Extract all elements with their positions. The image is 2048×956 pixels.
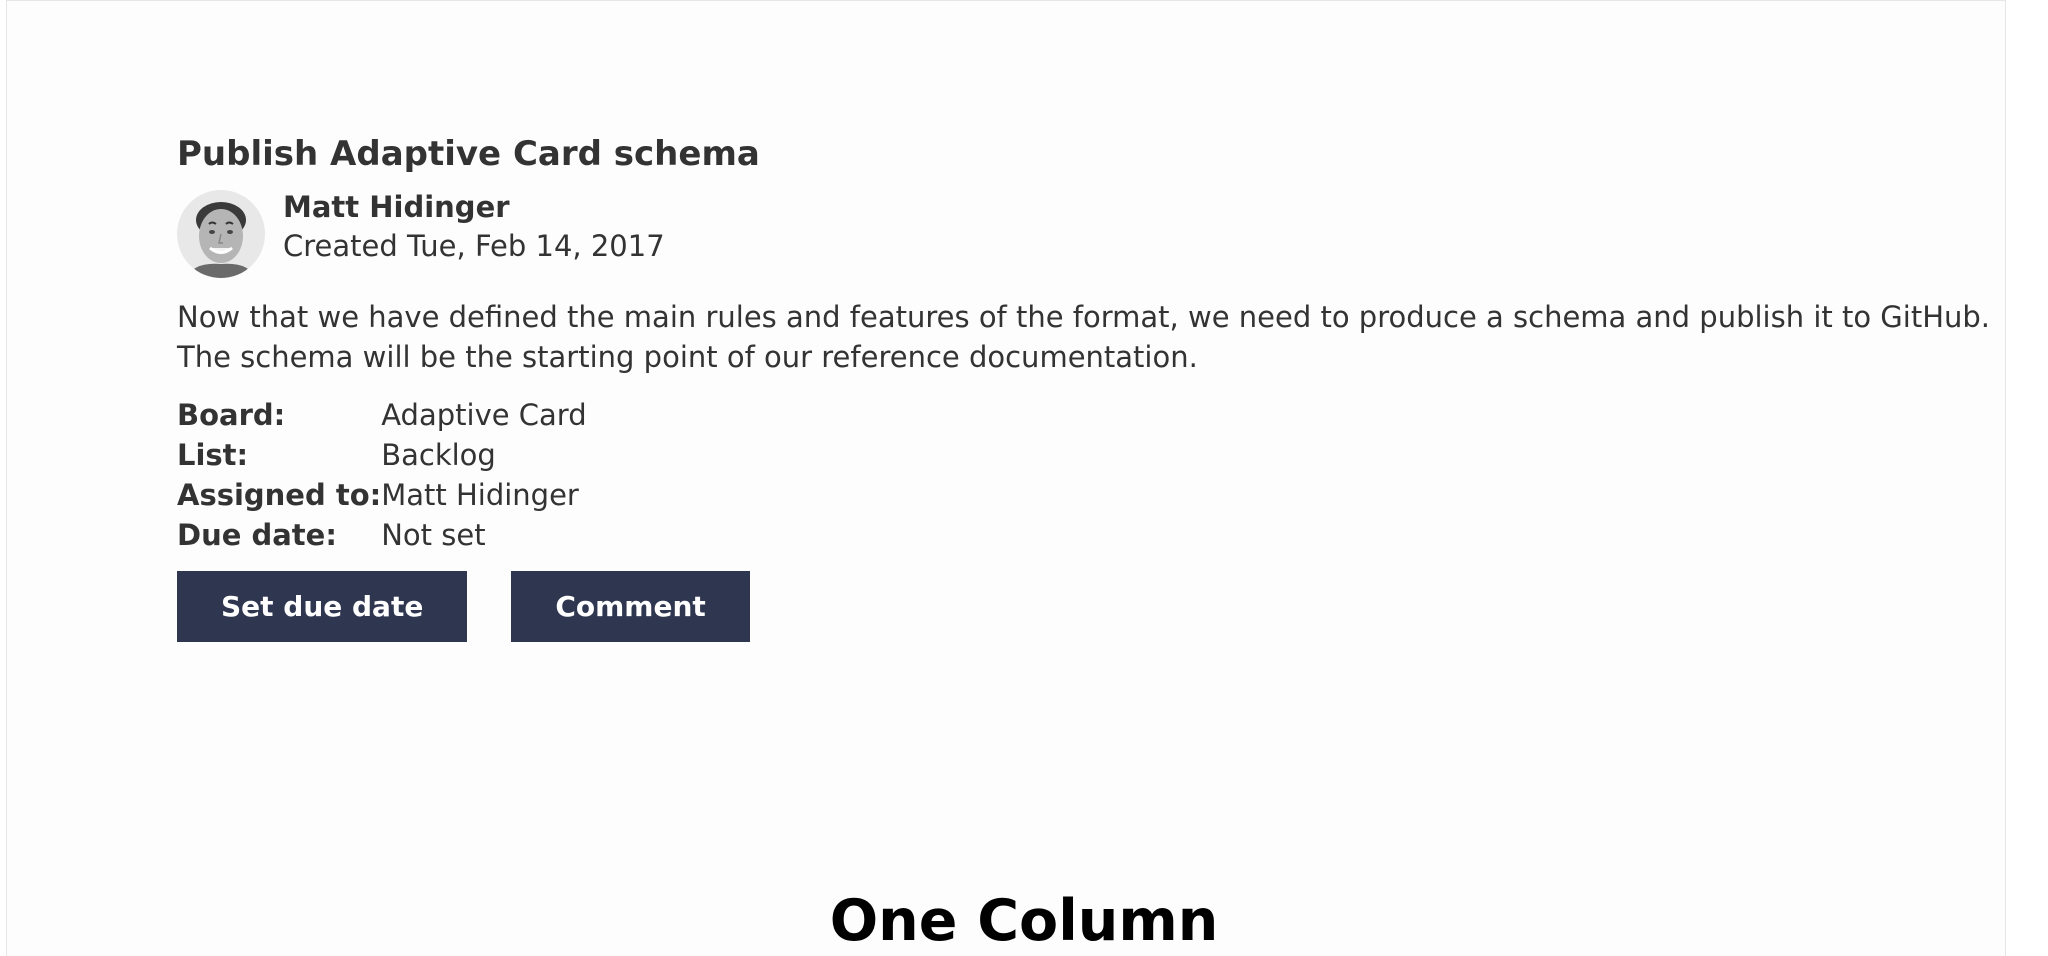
section-heading: One Column: [829, 888, 1219, 954]
fact-title: List:: [177, 438, 249, 472]
adaptive-card: Publish Adaptive Card schema Matt Hiding…: [177, 132, 1991, 642]
created-date: Created Tue, Feb 14, 2017: [283, 229, 665, 263]
fact-row-assigned-to: Assigned to: Matt Hidinger: [177, 475, 587, 515]
fact-value: Backlog: [381, 438, 496, 472]
fact-row-due-date: Due date: Not set: [177, 515, 587, 555]
author-meta: Matt Hidinger Created Tue, Feb 14, 2017: [283, 188, 665, 266]
comment-button[interactable]: Comment: [511, 571, 750, 642]
fact-title: Assigned to:: [177, 478, 382, 512]
description-line: The schema will be the starting point of…: [177, 340, 1198, 374]
fact-row-board: Board: Adaptive Card: [177, 395, 587, 435]
set-due-date-button[interactable]: Set due date: [177, 571, 468, 642]
author-avatar: [177, 190, 265, 278]
card-title: Publish Adaptive Card schema: [177, 134, 760, 174]
fact-value: Matt Hidinger: [381, 478, 579, 512]
fact-row-list: List: Backlog: [177, 435, 587, 475]
fact-title: Board:: [177, 398, 286, 432]
author-name: Matt Hidinger: [283, 190, 510, 224]
fact-value: Adaptive Card: [381, 398, 587, 432]
card-description: Now that we have defined the main rules …: [177, 297, 1991, 377]
author-row: Matt Hidinger Created Tue, Feb 14, 2017: [177, 190, 1877, 278]
fact-value: Not set: [381, 518, 486, 552]
card-actions: Set due date Comment: [177, 571, 1877, 642]
description-line: Now that we have defined the main rules …: [177, 300, 1991, 334]
person-avatar-icon: [177, 190, 265, 278]
fact-title: Due date:: [177, 518, 337, 552]
fact-set: Board: Adaptive Card List: Backlog Assig…: [177, 395, 587, 555]
